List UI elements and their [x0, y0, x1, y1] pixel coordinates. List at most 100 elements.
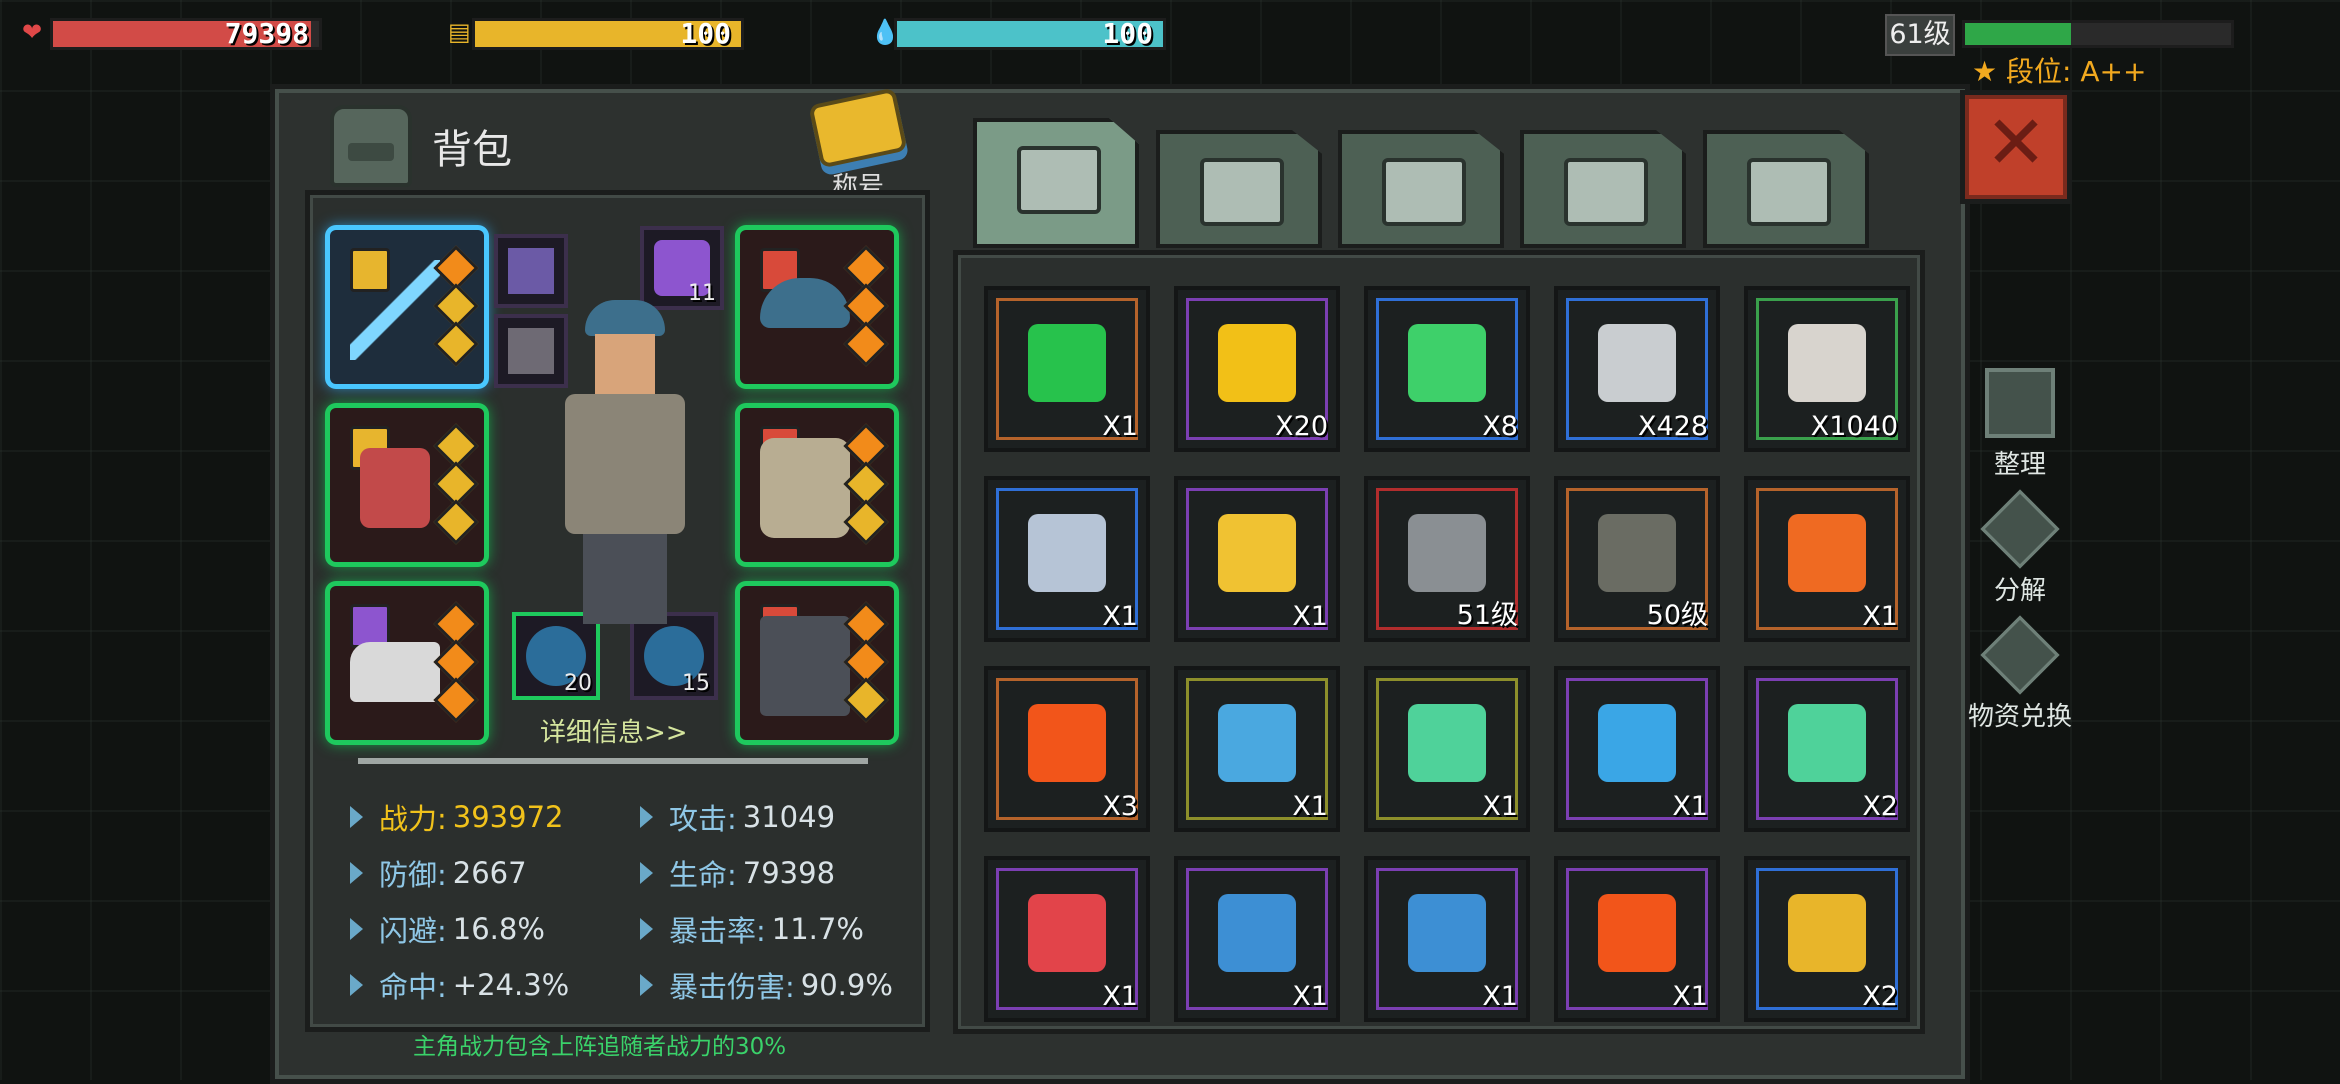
item-count: X1 — [1672, 791, 1708, 822]
inventory-item[interactable]: X3 — [984, 666, 1150, 832]
sort-icon — [1985, 368, 2055, 438]
inventory-item[interactable]: X1 — [1554, 666, 1720, 832]
legs-part — [583, 534, 667, 624]
stat-label: 闪避: — [379, 914, 447, 948]
item-count: 50级 — [1646, 600, 1708, 631]
shoes-icon — [350, 642, 440, 702]
item-count: X1 — [1482, 981, 1518, 1012]
inventory-item[interactable]: X1 — [1364, 856, 1530, 1022]
inventory-item[interactable]: X1040 — [1744, 286, 1910, 452]
item-count: X20 — [1275, 411, 1328, 442]
medkit-icon — [1200, 158, 1284, 226]
tools-icon — [1747, 158, 1831, 226]
detail-info-link[interactable]: 详细信息>> — [540, 712, 688, 749]
arrow-icon — [640, 806, 653, 828]
close-button[interactable]: ✕ — [1960, 90, 2072, 204]
hp-bar: 79398 — [50, 17, 322, 50]
sort-button[interactable]: 整理 — [1970, 368, 2070, 481]
decompose-button[interactable]: 分解 — [1970, 489, 2070, 607]
fire-grenade-icon — [1598, 894, 1676, 972]
backpack-title: 背包 — [330, 105, 512, 187]
title-badge-button[interactable]: 称号 — [808, 87, 908, 202]
inventory-item[interactable]: X2 — [1744, 666, 1910, 832]
stat-value: 90.9% — [800, 968, 893, 1002]
stat-label: 命中: — [379, 970, 447, 1004]
inventory-item[interactable]: 50级 — [1554, 476, 1720, 642]
blue-chip-icon — [1408, 894, 1486, 972]
backpack-item-slot[interactable]: 11 — [640, 226, 724, 310]
gloves-slot[interactable] — [330, 408, 484, 562]
arrow-icon — [350, 974, 363, 996]
rank-label: ★ 段位: A++ — [1972, 50, 2146, 90]
stat-value: 11.7% — [771, 912, 864, 946]
gem-icon — [843, 321, 889, 367]
accessory-slot[interactable] — [494, 234, 568, 308]
shoes-slot[interactable] — [330, 586, 484, 740]
armor-slot[interactable] — [740, 408, 894, 562]
tab-armor[interactable] — [1338, 130, 1504, 248]
stat-value: 2667 — [452, 856, 527, 890]
pants-slot[interactable] — [740, 586, 894, 740]
gloves-icon — [360, 448, 430, 528]
backpack-title-text: 背包 — [432, 127, 512, 173]
green-card-icon — [1408, 704, 1486, 782]
energy-bar: 100 — [472, 17, 744, 50]
portrait-card-icon — [1788, 514, 1866, 592]
stat-crit-rate: 暴击率: 11.7% — [640, 908, 864, 950]
hat-slot[interactable] — [740, 230, 894, 384]
armor-icon — [1382, 158, 1466, 226]
stat-value: 393972 — [452, 800, 564, 834]
backpack-icon — [330, 105, 412, 187]
exchange-icon — [1980, 615, 2060, 695]
tab-backpack[interactable] — [973, 118, 1139, 248]
energy-value: 100 — [680, 17, 731, 50]
inventory-item[interactable]: X8 — [1364, 286, 1530, 452]
inventory-item[interactable]: X2 — [1744, 856, 1910, 1022]
item-count: X1 — [1102, 981, 1138, 1012]
tab-medical[interactable] — [1156, 130, 1322, 248]
inventory-item[interactable]: 51级 — [1364, 476, 1530, 642]
inventory-item[interactable]: X1 — [1174, 666, 1340, 832]
silver-coin-icon — [1598, 324, 1676, 402]
arrow-icon — [350, 862, 363, 884]
tab-tools[interactable] — [1703, 130, 1869, 248]
close-icon: ✕ — [1984, 100, 2047, 186]
inventory-item[interactable]: X1 — [1554, 856, 1720, 1022]
item-count: X2 — [1862, 791, 1898, 822]
weapon-slot[interactable] — [330, 230, 484, 384]
item-count: X1 — [1292, 981, 1328, 1012]
stat-attack: 攻击: 31049 — [640, 796, 835, 838]
inventory-item[interactable]: X1 — [984, 476, 1150, 642]
decompose-icon — [1980, 489, 2060, 569]
item-count: X1 — [1102, 601, 1138, 632]
decompose-label: 分解 — [1993, 576, 2046, 606]
power-note: 主角战力包含上阵追随者战力的30% — [413, 1034, 787, 1060]
energy-icon: ▤ — [448, 18, 471, 46]
pistol-icon — [1408, 514, 1486, 592]
inventory-item[interactable]: X428 — [1554, 286, 1720, 452]
inventory-item[interactable]: X1 — [1744, 476, 1910, 642]
head-part — [595, 334, 655, 394]
gold-coin-icon — [1218, 324, 1296, 402]
water-bar: 100 — [894, 17, 1166, 50]
gem-icon — [843, 499, 889, 545]
stat-value: 79398 — [742, 856, 836, 890]
inventory-item[interactable]: X1 — [984, 856, 1150, 1022]
stat-value: +24.3% — [452, 968, 570, 1002]
stat-life: 生命: 79398 — [640, 852, 835, 894]
inventory-item[interactable]: X1 — [1174, 476, 1340, 642]
inventory-item[interactable]: X1 — [1174, 856, 1340, 1022]
jacket-icon — [760, 438, 850, 538]
gem-icon — [843, 677, 889, 723]
inventory-item[interactable]: X20 — [1174, 286, 1340, 452]
inventory-item[interactable]: X1 — [1364, 666, 1530, 832]
item-count: X428 — [1637, 411, 1708, 442]
gun-icon — [1564, 158, 1648, 226]
map-icon — [1028, 514, 1106, 592]
tab-weapons[interactable] — [1520, 130, 1686, 248]
exchange-button[interactable]: 物资兑换 — [1960, 615, 2080, 733]
star-icon: ★ — [1972, 55, 2007, 88]
inventory-item[interactable]: X1 — [984, 286, 1150, 452]
gadget-icon — [508, 248, 554, 294]
scanner-card-icon — [1598, 704, 1676, 782]
